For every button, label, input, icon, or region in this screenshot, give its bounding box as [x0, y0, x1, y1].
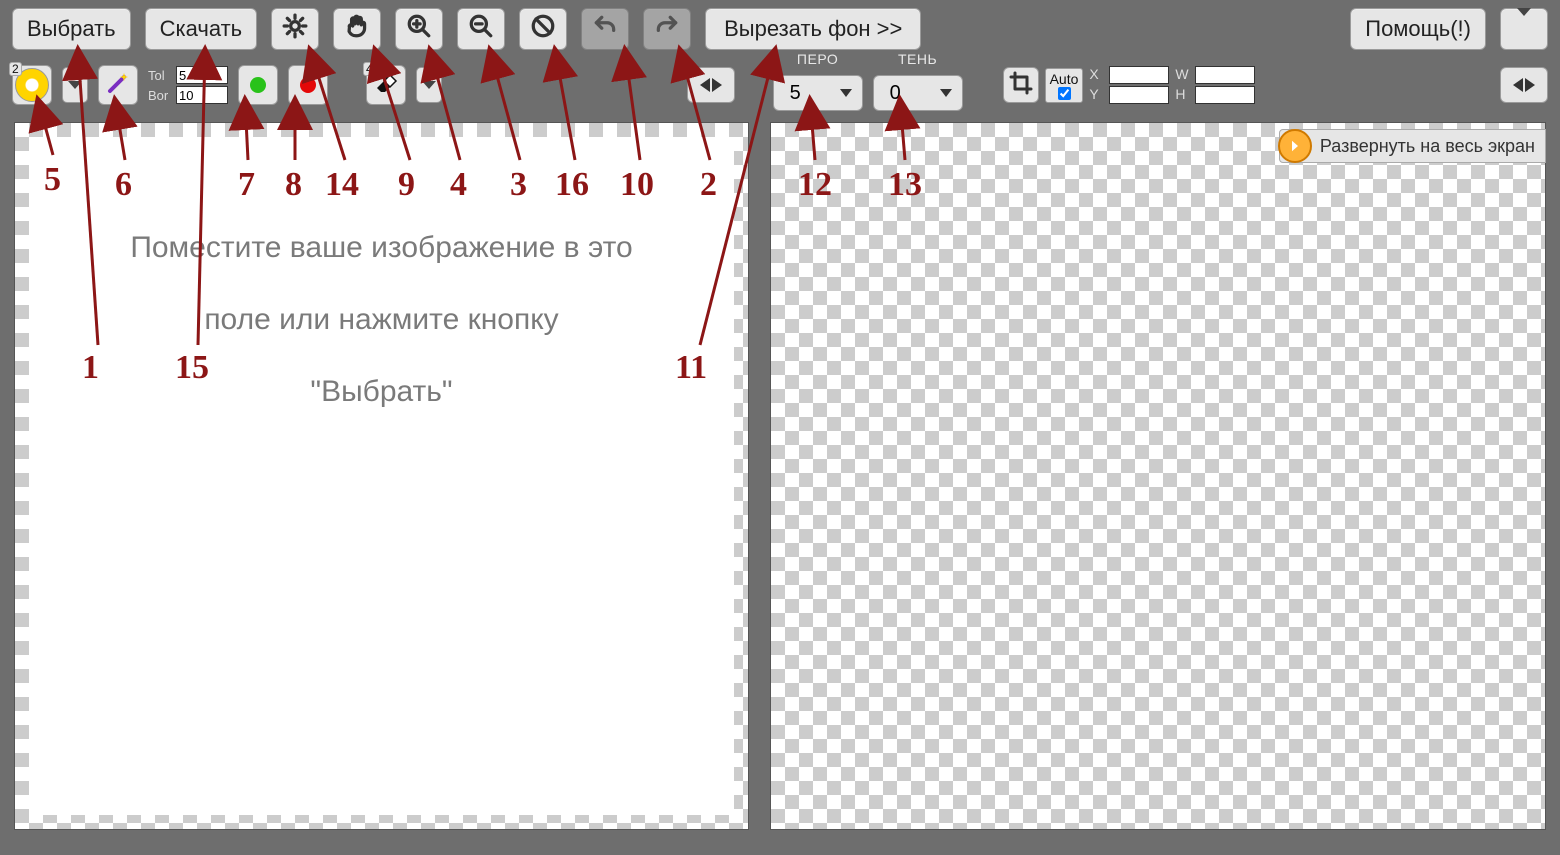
shadow-control: ТЕНЬ 0 [873, 59, 963, 111]
select-button[interactable]: Выбрать [12, 8, 131, 50]
undo-button[interactable] [581, 8, 629, 50]
main-toolbar: Выбрать Скачать Вырезать фон >> [0, 0, 1560, 58]
arrow-right-icon [712, 78, 722, 92]
hand-tool-button[interactable] [333, 8, 381, 50]
eraser-tool[interactable]: 4 [366, 65, 406, 105]
zoom-in-button[interactable] [395, 8, 443, 50]
arrow-right-icon [1525, 78, 1535, 92]
tol-input[interactable] [176, 66, 228, 84]
crop-icon [1009, 71, 1033, 100]
swap-panels-right-button[interactable] [1500, 67, 1548, 103]
magic-wand-icon [106, 71, 130, 100]
remove-marker-tool[interactable] [288, 65, 328, 105]
chevron-down-icon [840, 89, 852, 97]
menu-dropdown-button[interactable] [1500, 8, 1548, 50]
arrow-left-icon [700, 78, 710, 92]
arrow-left-icon [1513, 78, 1523, 92]
shadow-select[interactable]: 0 [873, 75, 963, 111]
eraser-hotkey-badge: 4 [363, 62, 376, 76]
prohibit-icon [530, 13, 556, 45]
x-label: X [1089, 66, 1107, 84]
tolerance-border-inputs: Tol Bor [148, 66, 228, 104]
tol-label: Tol [148, 68, 174, 83]
auto-checkbox[interactable] [1058, 87, 1071, 100]
x-input[interactable] [1109, 66, 1169, 84]
redo-icon [654, 13, 680, 45]
chevron-down-icon [68, 81, 82, 89]
zoom-in-icon [406, 13, 432, 45]
crop-wh: W H [1175, 66, 1255, 104]
zoom-out-icon [468, 13, 494, 45]
gear-icon [282, 13, 308, 45]
swap-panels-left-button[interactable] [687, 67, 735, 103]
h-label: H [1175, 86, 1193, 104]
feather-control: ПЕРО 5 [773, 59, 863, 111]
clear-button[interactable] [519, 8, 567, 50]
auto-crop-toggle[interactable]: Auto [1045, 68, 1084, 103]
secondary-toolbar: 2 Tol Bor 4 ПЕРО [0, 58, 1560, 112]
crop-block: Auto X Y W H [1003, 66, 1256, 104]
fullscreen-button[interactable]: Развернуть на весь экран [1279, 129, 1546, 163]
hand-icon [344, 13, 370, 45]
feather-select[interactable]: 5 [773, 75, 863, 111]
redo-button[interactable] [643, 8, 691, 50]
y-label: Y [1089, 86, 1107, 104]
crop-xywh: X Y [1089, 66, 1169, 104]
download-button[interactable]: Скачать [145, 8, 258, 50]
w-input[interactable] [1195, 66, 1255, 84]
y-input[interactable] [1109, 86, 1169, 104]
eraser-dropdown[interactable] [416, 67, 442, 103]
color-mask-tool[interactable]: 2 [12, 65, 52, 105]
placeholder-line-2: поле или нажмите кнопку [45, 293, 718, 347]
placeholder-line-3: "Выбрать" [45, 365, 718, 419]
shadow-label: ТЕНЬ [898, 51, 937, 67]
w-label: W [1175, 66, 1193, 84]
bor-label: Bor [148, 88, 174, 103]
mask-color-dropdown[interactable] [62, 67, 88, 103]
bor-input[interactable] [176, 86, 228, 104]
source-canvas[interactable]: Поместите ваше изображение в это поле ил… [14, 122, 749, 830]
chevron-down-icon [1517, 16, 1531, 42]
crop-button[interactable] [1003, 67, 1039, 103]
feather-value: 5 [790, 82, 801, 105]
tool-hotkey-badge: 2 [9, 62, 22, 76]
fullscreen-label: Развернуть на весь экран [1320, 136, 1535, 157]
shadow-value: 0 [890, 82, 901, 105]
green-dot-icon [250, 77, 266, 93]
zoom-out-button[interactable] [457, 8, 505, 50]
drop-placeholder: Поместите ваше изображение в это поле ил… [45, 203, 718, 437]
chevron-down-icon [940, 89, 952, 97]
cut-background-button[interactable]: Вырезать фон >> [705, 8, 921, 50]
placeholder-line-1: Поместите ваше изображение в это [45, 221, 718, 275]
undo-icon [592, 13, 618, 45]
help-button[interactable]: Помощь(!) [1350, 8, 1486, 50]
keep-marker-tool[interactable] [238, 65, 278, 105]
red-dot-icon [300, 77, 316, 93]
chevron-down-icon [422, 81, 436, 89]
eraser-icon [374, 71, 398, 100]
expand-icon [1278, 129, 1312, 163]
magic-wand-tool[interactable] [98, 65, 138, 105]
settings-button[interactable] [271, 8, 319, 50]
feather-label: ПЕРО [797, 51, 838, 67]
h-input[interactable] [1195, 86, 1255, 104]
result-canvas[interactable]: Развернуть на весь экран [770, 122, 1546, 830]
workspace: Поместите ваше изображение в это поле ил… [0, 112, 1560, 850]
auto-label: Auto [1050, 71, 1079, 87]
